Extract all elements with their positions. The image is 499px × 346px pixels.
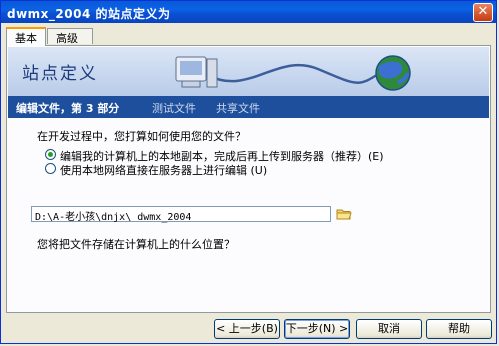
globe-icon [375, 55, 411, 91]
next-button[interactable]: 下一步(N) > [284, 319, 350, 339]
step-current: 编辑文件，第 3 部分 [16, 102, 120, 115]
question-usage: 在开发过程中，您打算如何使用您的文件？ [37, 130, 246, 143]
server-icon [175, 56, 218, 88]
back-button[interactable]: < 上一步(B) [214, 319, 280, 339]
wizard-banner: 站点定义 [8, 47, 489, 97]
help-button[interactable]: 帮助 [426, 319, 492, 339]
folder-icon [336, 209, 352, 220]
step-testing-files: 测试文件 [152, 102, 196, 115]
question-location: 您将把文件存储在计算机上的什么位置？ [37, 238, 235, 251]
wizard-steps: 编辑文件，第 3 部分 测试文件 共享文件 [8, 96, 489, 118]
tab-basic[interactable]: 基本 [6, 27, 46, 46]
tab-panel: 站点定义 编辑文件，第 3 部分 测试文件 共享文件 在开发过程中，您打算如何使… [6, 45, 491, 313]
site-definition-dialog: dwmx_2004 的站点定义为 ✕ 基本 高级 站点定义 编辑文件，第 3 部… [0, 0, 497, 344]
local-folder-field[interactable]: D:\A-老小孩\dnjx\ dwmx_2004 [31, 206, 331, 223]
close-icon: ✕ [477, 4, 489, 19]
banner-title: 站点定义 [22, 64, 98, 84]
radio-edit-local[interactable] [45, 149, 56, 160]
browse-folder-button[interactable] [336, 207, 352, 221]
title-bar[interactable]: dwmx_2004 的站点定义为 ✕ [1, 1, 496, 23]
option-label: 使用本地网络直接在服务器上进行编辑 (U) [60, 164, 268, 177]
window-title: dwmx_2004 的站点定义为 [7, 7, 171, 21]
step-sharing-files: 共享文件 [216, 102, 260, 115]
radio-edit-server[interactable] [45, 163, 56, 174]
close-button[interactable]: ✕ [473, 3, 493, 22]
tab-advanced[interactable]: 高级 [47, 28, 93, 45]
cancel-button[interactable]: 取消 [356, 319, 422, 339]
